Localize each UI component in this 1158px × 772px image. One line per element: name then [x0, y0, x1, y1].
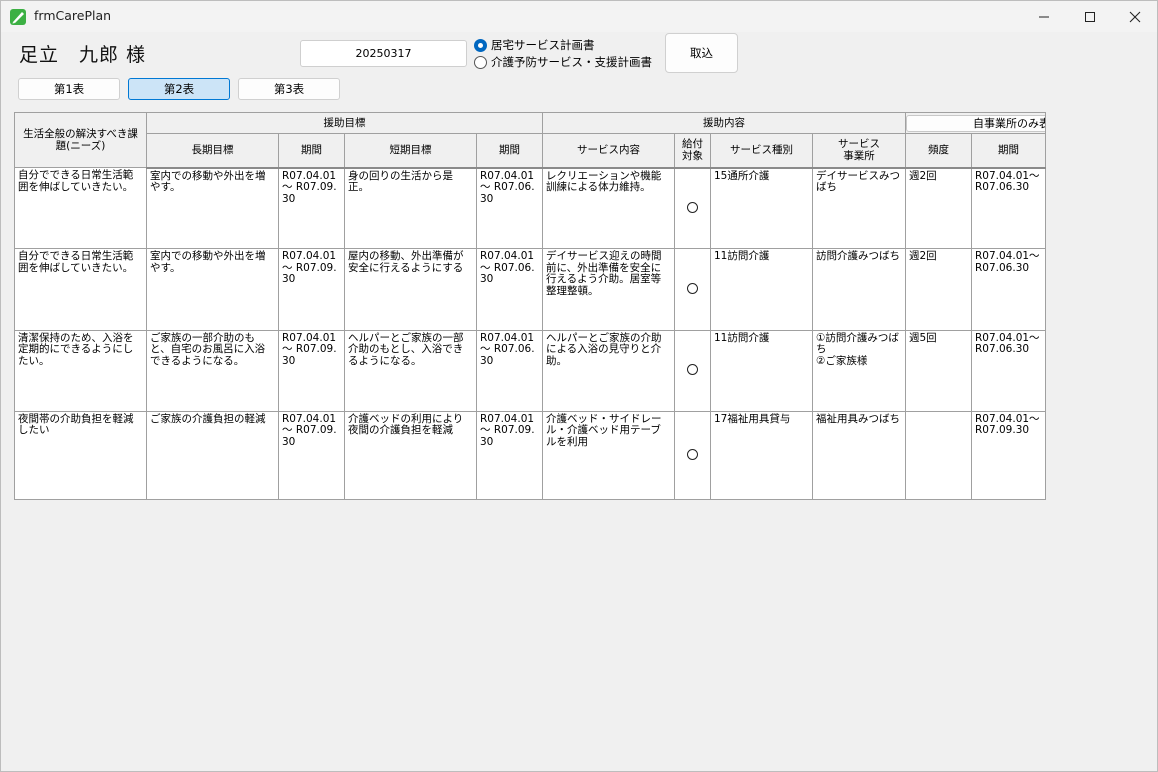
close-button[interactable] [1112, 1, 1158, 32]
service-type-cell[interactable]: 17福祉用具貸与 [710, 410, 813, 501]
service-content-cell[interactable]: 介護ベッド・サイドレール・介護ベッド用テーブルを利用 [542, 410, 675, 501]
goals-group-header: 援助目標 [146, 111, 543, 135]
care-plan-grid: 生活全般の解決すべき課題(ニーズ) 援助目標 援助内容 自事業所のみ表示 長期目… [14, 111, 1046, 501]
benefit-cell[interactable] [674, 167, 711, 250]
column-header: サービス事業所 [812, 133, 906, 169]
benefit-circle-icon [687, 364, 698, 376]
column-header: サービス種別 [710, 133, 813, 169]
column-header: 短期目標 [344, 133, 477, 169]
needs-cell[interactable]: 自分でできる日常生活範囲を伸ばしていきたい。 [14, 248, 147, 331]
short-goal-cell[interactable]: 屋内の移動、外出準備が安全に行えるようにする [344, 248, 477, 331]
short-period-cell[interactable]: R07.04.01 ～ R07.06.30 [476, 329, 543, 412]
service-type-cell[interactable]: 15通所介護 [710, 167, 813, 250]
period-cell[interactable]: R07.04.01～ R07.06.30 [971, 167, 1046, 250]
tab-sheet-1[interactable]: 第1表 [18, 78, 120, 100]
maximize-icon [1085, 11, 1095, 22]
benefit-circle-icon [687, 449, 698, 461]
tab-sheet-2[interactable]: 第2表 [128, 78, 230, 100]
benefit-circle-icon [687, 202, 698, 214]
service-content-cell[interactable]: レクリエーションや機能訓練による体力維持。 [542, 167, 675, 250]
long-period-cell[interactable]: R07.04.01 ～ R07.09.30 [278, 248, 345, 331]
long-period-cell[interactable]: R07.04.01 ～ R07.09.30 [278, 329, 345, 412]
table-row[interactable]: 自分でできる日常生活範囲を伸ばしていきたい。 室内での移動や外出を増やす。 R0… [14, 167, 1046, 250]
frequency-cell[interactable]: 週5回 [905, 329, 972, 412]
short-goal-cell[interactable]: 身の回りの生活から是正。 [344, 167, 477, 250]
close-icon [1129, 11, 1141, 22]
short-goal-cell[interactable]: 介護ベッドの利用により夜間の介護負担を軽減 [344, 410, 477, 501]
short-goal-cell[interactable]: ヘルパーとご家族の一部介助のもとし、入浴できるようになる。 [344, 329, 477, 412]
period-cell[interactable]: R07.04.01～ R07.09.30 [971, 410, 1046, 501]
window-title: frmCarePlan [34, 8, 112, 23]
table-row[interactable]: 自分でできる日常生活範囲を伸ばしていきたい。 室内での移動や外出を増やす。 R0… [14, 248, 1046, 331]
column-header: サービス内容 [542, 133, 675, 169]
minimize-button[interactable] [1021, 1, 1067, 32]
import-button[interactable]: 取込 [665, 33, 738, 73]
own-only-cell: 自事業所のみ表示 [905, 111, 1046, 135]
column-header: 期間 [476, 133, 543, 169]
short-period-cell[interactable]: R07.04.01 ～ R07.06.30 [476, 248, 543, 331]
app-icon [10, 9, 26, 25]
minimize-icon [1039, 16, 1049, 17]
period-cell[interactable]: R07.04.01～ R07.06.30 [971, 248, 1046, 331]
radio-unchecked-icon[interactable] [474, 55, 487, 69]
service-type-cell[interactable]: 11訪問介護 [710, 248, 813, 331]
benefit-cell[interactable] [674, 329, 711, 412]
needs-cell[interactable]: 夜間帯の介助負担を軽減したい [14, 410, 147, 501]
customer-name: 足立 九郎 様 [19, 44, 147, 66]
service-type-cell[interactable]: 11訪問介護 [710, 329, 813, 412]
column-header: 給付対象 [674, 133, 711, 169]
maximize-button[interactable] [1067, 1, 1113, 32]
short-period-cell[interactable]: R07.04.01 ～ R07.09.30 [476, 410, 543, 501]
service-content-cell[interactable]: デイサービス迎えの時間前に、外出準備を安全に行えるよう介助。居室等整理整頓。 [542, 248, 675, 331]
provider-cell[interactable]: ①訪問介護みつばち ②ご家族様 [812, 329, 906, 412]
needs-cell[interactable]: 清潔保持のため、入浴を定期的にできるようにしたい。 [14, 329, 147, 412]
long-period-cell[interactable]: R07.04.01 ～ R07.09.30 [278, 167, 345, 250]
radio-home-service-plan[interactable]: 居宅サービス計画書 [474, 37, 595, 53]
column-header: 長期目標 [146, 133, 279, 169]
benefit-cell[interactable] [674, 410, 711, 501]
service-content-cell[interactable]: ヘルパーとご家族の介助による入浴の見守りと介助。 [542, 329, 675, 412]
needs-cell[interactable]: 自分でできる日常生活範囲を伸ばしていきたい。 [14, 167, 147, 250]
care-plan-window: frmCarePlan 足立 九郎 様 20250317 居宅サービス計画書 介… [0, 0, 1158, 772]
long-goal-cell[interactable]: ご家族の介護負担の軽減 [146, 410, 279, 501]
table-row[interactable]: 清潔保持のため、入浴を定期的にできるようにしたい。 ご家族の一部介助のもと、自宅… [14, 329, 1046, 412]
header-row-2: 長期目標 期間 短期目標 期間 サービス内容 給付対象 サービス種別 サービス事… [15, 133, 1046, 169]
date-input[interactable]: 20250317 [300, 40, 467, 67]
own-office-only-button[interactable]: 自事業所のみ表示 [906, 114, 1045, 132]
long-goal-cell[interactable]: 室内での移動や外出を増やす。 [146, 248, 279, 331]
header-row-1: 生活全般の解決すべき課題(ニーズ) 援助目標 援助内容 自事業所のみ表示 [14, 111, 1046, 169]
table-row[interactable]: 夜間帯の介助負担を軽減したい ご家族の介護負担の軽減 R07.04.01 ～ R… [14, 410, 1046, 501]
content-group-header: 援助内容 [542, 111, 906, 135]
column-header: 期間 [971, 133, 1046, 169]
provider-cell[interactable]: デイサービスみつばち [812, 167, 906, 250]
benefit-circle-icon [687, 283, 698, 295]
column-header: 期間 [278, 133, 345, 169]
frequency-cell[interactable] [905, 410, 972, 501]
provider-cell[interactable]: 訪問介護みつばち [812, 248, 906, 331]
long-period-cell[interactable]: R07.04.01 ～ R07.09.30 [278, 410, 345, 501]
period-cell[interactable]: R07.04.01～ R07.06.30 [971, 329, 1046, 412]
radio-label: 居宅サービス計画書 [491, 38, 595, 52]
needs-header: 生活全般の解決すべき課題(ニーズ) [14, 111, 147, 169]
radio-label: 介護予防サービス・支援計画書 [491, 55, 652, 69]
radio-checked-icon[interactable] [474, 38, 487, 52]
short-period-cell[interactable]: R07.04.01 ～ R07.06.30 [476, 167, 543, 250]
radio-prevention-plan[interactable]: 介護予防サービス・支援計画書 [474, 54, 652, 70]
frequency-cell[interactable]: 週2回 [905, 167, 972, 250]
provider-cell[interactable]: 福祉用具みつばち [812, 410, 906, 501]
long-goal-cell[interactable]: 室内での移動や外出を増やす。 [146, 167, 279, 250]
benefit-cell[interactable] [674, 248, 711, 331]
tab-sheet-3[interactable]: 第3表 [238, 78, 340, 100]
title-bar: frmCarePlan [1, 1, 1157, 32]
column-header: 頻度 [905, 133, 972, 169]
frequency-cell[interactable]: 週2回 [905, 248, 972, 331]
long-goal-cell[interactable]: ご家族の一部介助のもと、自宅のお風呂に入浴できるようになる。 [146, 329, 279, 412]
